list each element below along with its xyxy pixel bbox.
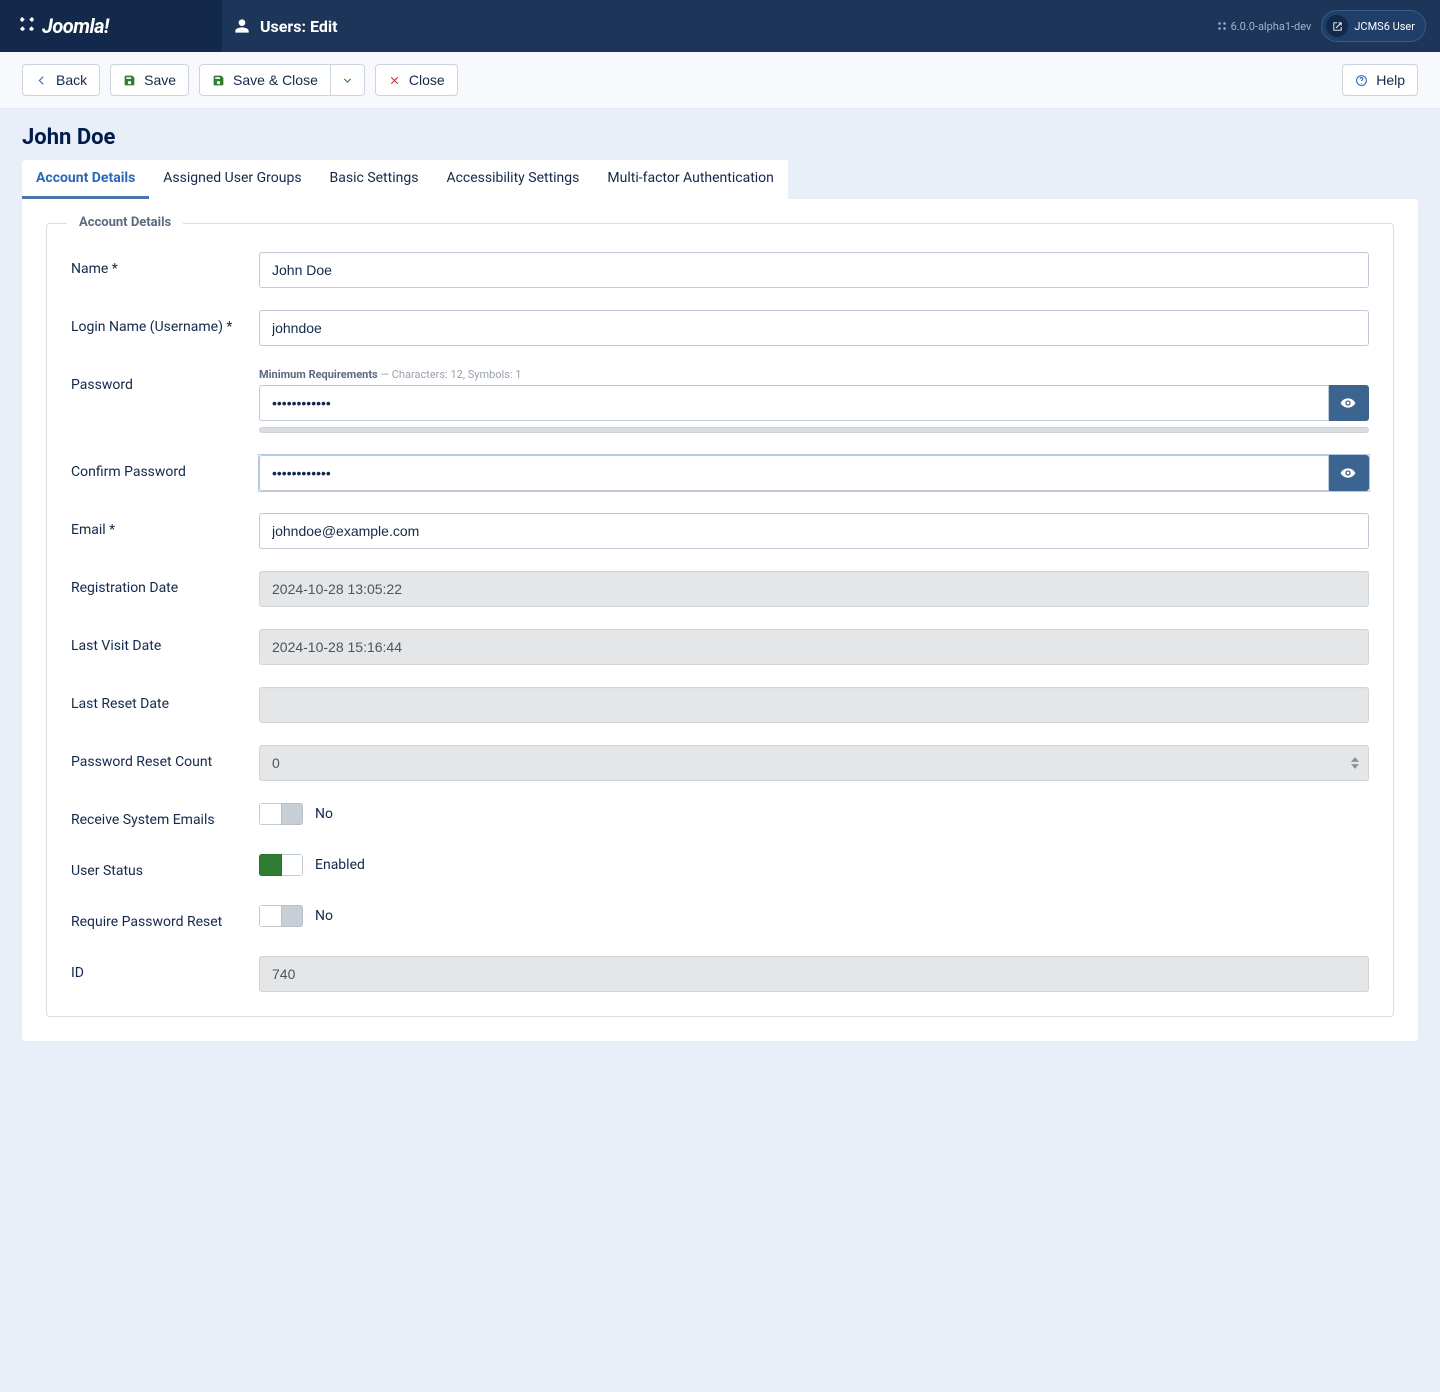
version-badge[interactable]: 6.0.0-alpha1-dev bbox=[1217, 20, 1312, 33]
send-email-toggle[interactable] bbox=[259, 803, 303, 825]
tab-accessibility[interactable]: Accessibility Settings bbox=[432, 160, 593, 199]
reset-count-input bbox=[259, 745, 1369, 781]
chevron-down-icon bbox=[341, 74, 354, 87]
back-button[interactable]: Back bbox=[22, 64, 100, 96]
save-close-button[interactable]: Save & Close bbox=[199, 64, 331, 96]
help-button[interactable]: Help bbox=[1342, 64, 1418, 96]
tabs: Account Details Assigned User Groups Bas… bbox=[22, 160, 1418, 199]
username-input[interactable] bbox=[259, 310, 1369, 346]
toggle-password-visibility-button[interactable] bbox=[1329, 385, 1369, 421]
name-input[interactable] bbox=[259, 252, 1369, 288]
top-header: Joomla! Users: Edit 6.0.0-alpha1-dev JCM… bbox=[0, 0, 1440, 52]
tab-basic-settings[interactable]: Basic Settings bbox=[316, 160, 433, 199]
password2-label: Confirm Password bbox=[71, 455, 259, 480]
last-reset-label: Last Reset Date bbox=[71, 687, 259, 712]
id-input bbox=[259, 956, 1369, 992]
user-icon bbox=[234, 18, 250, 34]
account-details-fieldset: Account Details Name * Login Name (Usern… bbox=[46, 223, 1394, 1017]
eye-icon bbox=[1340, 465, 1356, 481]
send-email-label: Receive System Emails bbox=[71, 803, 259, 828]
register-date-input bbox=[259, 571, 1369, 607]
tab-mfa[interactable]: Multi-factor Authentication bbox=[593, 160, 788, 199]
tab-account-details[interactable]: Account Details bbox=[22, 160, 149, 199]
page-title: Users: Edit bbox=[260, 17, 337, 36]
toggle-password2-visibility-button[interactable] bbox=[1329, 455, 1369, 491]
fieldset-legend: Account Details bbox=[67, 215, 183, 230]
last-visit-input bbox=[259, 629, 1369, 665]
save-icon bbox=[212, 74, 225, 87]
tab-assigned-groups[interactable]: Assigned User Groups bbox=[149, 160, 315, 199]
joomla-logo-icon bbox=[18, 14, 36, 38]
save-button[interactable]: Save bbox=[110, 64, 189, 96]
tab-content: Account Details Name * Login Name (Usern… bbox=[22, 199, 1418, 1041]
password-input[interactable] bbox=[259, 385, 1329, 421]
register-date-label: Registration Date bbox=[71, 571, 259, 596]
last-reset-input bbox=[259, 687, 1369, 723]
brand-name: Joomla! bbox=[42, 14, 109, 38]
external-link-icon bbox=[1332, 21, 1343, 32]
close-button[interactable]: Close bbox=[375, 64, 458, 96]
chevron-left-icon bbox=[35, 74, 48, 87]
last-visit-label: Last Visit Date bbox=[71, 629, 259, 654]
password-requirements: Minimum Requirements — Characters: 12, S… bbox=[259, 368, 1369, 381]
close-icon bbox=[388, 74, 401, 87]
password2-input[interactable] bbox=[259, 455, 1329, 491]
stepper-arrows-icon bbox=[1351, 757, 1359, 769]
username-label: Login Name (Username) * bbox=[71, 310, 259, 335]
save-dropdown-button[interactable] bbox=[331, 64, 365, 96]
help-icon bbox=[1355, 74, 1368, 87]
email-label: Email * bbox=[71, 513, 259, 538]
status-value: Enabled bbox=[315, 857, 365, 873]
require-reset-value: No bbox=[315, 908, 333, 924]
brand-section[interactable]: Joomla! bbox=[0, 14, 222, 38]
page-heading: John Doe bbox=[22, 125, 1418, 150]
eye-icon bbox=[1340, 395, 1356, 411]
require-reset-toggle[interactable] bbox=[259, 905, 303, 927]
page-title-section: Users: Edit bbox=[222, 0, 1217, 52]
name-label: Name * bbox=[71, 252, 259, 277]
password-label: Password bbox=[71, 368, 259, 393]
id-label: ID bbox=[71, 956, 259, 981]
save-icon bbox=[123, 74, 136, 87]
require-reset-label: Require Password Reset bbox=[71, 905, 259, 930]
password-strength-meter bbox=[259, 427, 1369, 433]
status-label: User Status bbox=[71, 854, 259, 879]
reset-count-label: Password Reset Count bbox=[71, 745, 259, 770]
user-menu-badge[interactable]: JCMS6 User bbox=[1321, 10, 1426, 42]
joomla-mini-icon bbox=[1217, 21, 1227, 31]
toolbar: Back Save Save & Close Close Help bbox=[0, 52, 1440, 109]
email-input[interactable] bbox=[259, 513, 1369, 549]
send-email-value: No bbox=[315, 806, 333, 822]
status-toggle[interactable] bbox=[259, 854, 303, 876]
